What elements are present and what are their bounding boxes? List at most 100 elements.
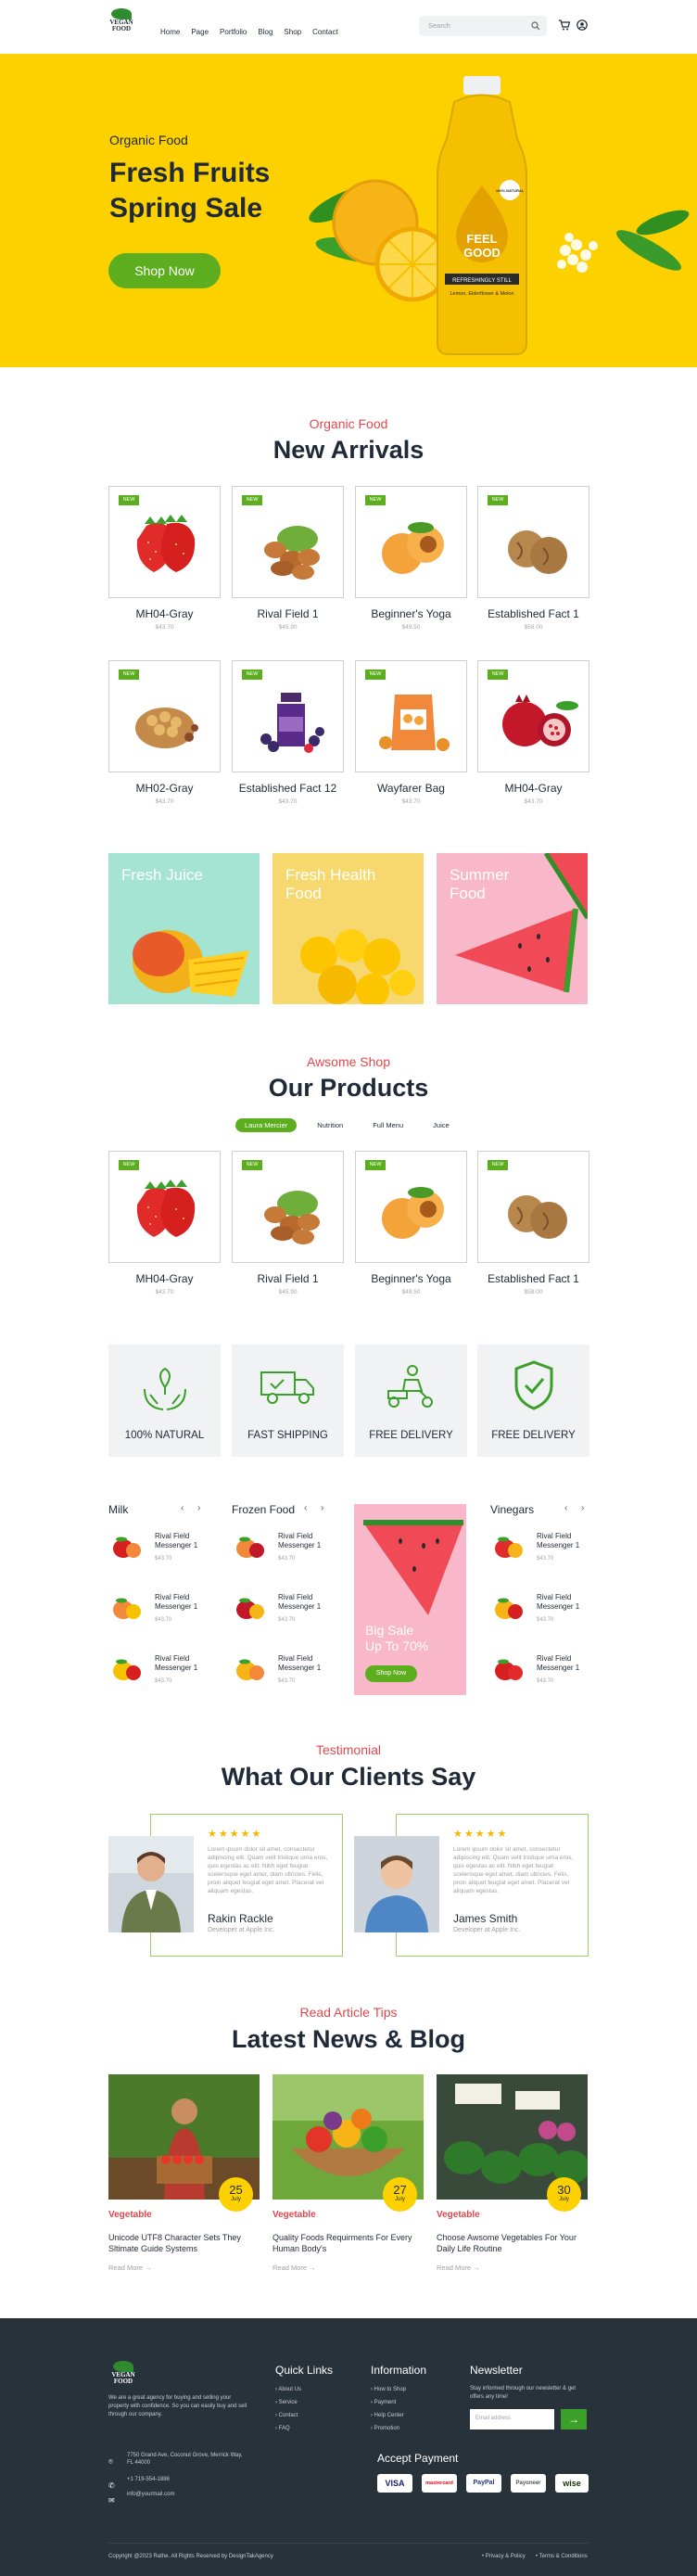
banner-fresh-health[interactable]: Fresh Health Food xyxy=(272,853,424,1004)
blog-post-title[interactable]: Choose Awsome Vegetables For Your Daily … xyxy=(437,2232,585,2254)
product-card[interactable]: NEW xyxy=(355,660,467,772)
product-card[interactable]: NEW xyxy=(108,1151,221,1263)
product-thumb-icon[interactable] xyxy=(108,1595,146,1623)
mini-product-name[interactable]: Rival Field Messenger 1 xyxy=(537,1654,594,1673)
read-more-link[interactable]: Read More → xyxy=(108,2264,152,2272)
footer-about: We are a great agency for buying and sel… xyxy=(108,2395,247,2417)
footer-link[interactable]: › FAQ xyxy=(275,2422,301,2435)
footer-link[interactable]: › Payment xyxy=(371,2396,406,2409)
read-more-link[interactable]: Read More → xyxy=(272,2264,316,2272)
mini-product-name[interactable]: Rival Field Messenger 1 xyxy=(537,1593,594,1612)
newsletter-submit-button[interactable]: → xyxy=(561,2409,587,2429)
product-thumb-icon[interactable] xyxy=(232,1534,269,1562)
tab-full-menu[interactable]: Full Menu xyxy=(363,1118,412,1132)
product-name[interactable]: MH04-Gray xyxy=(108,1272,221,1285)
read-more-link[interactable]: Read More → xyxy=(437,2264,480,2272)
product-name[interactable]: Established Fact 1 xyxy=(477,607,589,620)
nav-page[interactable]: Page xyxy=(191,28,209,36)
product-card[interactable]: NEW xyxy=(232,660,344,772)
footer-logo[interactable]: VEGAN FOOD xyxy=(108,2361,138,2385)
nav-contact[interactable]: Contact xyxy=(312,28,338,36)
product-name[interactable]: MH02-Gray xyxy=(108,782,221,795)
product-card[interactable]: NEW xyxy=(355,1151,467,1263)
chevron-left-icon[interactable]: ‹ xyxy=(181,1503,184,1513)
product-card[interactable]: NEW xyxy=(232,486,344,598)
product-card[interactable]: NEW xyxy=(108,660,221,772)
product-card[interactable]: NEW xyxy=(355,486,467,598)
svg-text:FEEL: FEEL xyxy=(466,232,497,246)
product-name[interactable]: Rival Field 1 xyxy=(232,1272,344,1285)
product-name[interactable]: Wayfarer Bag xyxy=(355,782,467,795)
product-thumb-icon[interactable] xyxy=(490,1595,527,1623)
search-input[interactable]: Search xyxy=(419,16,547,36)
mini-product-name[interactable]: Rival Field Messenger 1 xyxy=(278,1654,336,1673)
banner-fresh-juice[interactable]: Fresh Juice xyxy=(108,853,260,1004)
product-card[interactable]: NEW xyxy=(477,1151,589,1263)
newsletter-email-input[interactable]: Email address xyxy=(470,2409,554,2429)
footer-link[interactable]: › Help Center xyxy=(371,2409,406,2422)
tab-laura-mercier[interactable]: Laura Mercier xyxy=(235,1118,298,1132)
footer-link[interactable]: › How to Shop xyxy=(371,2383,406,2396)
mini-product-price: $43.70 xyxy=(155,1678,172,1684)
logo[interactable]: VEGAN FOOD xyxy=(107,8,136,32)
footer-email-row[interactable]: ✉ info@yourmail.com xyxy=(108,2491,174,2507)
product-thumb-icon[interactable] xyxy=(108,1534,146,1562)
big-sale-banner[interactable]: Big Sale Up To 70% Shop Now xyxy=(354,1504,466,1695)
product-card[interactable]: NEW xyxy=(477,660,589,772)
footer-link[interactable]: › Service xyxy=(275,2396,301,2409)
nav-home[interactable]: Home xyxy=(160,28,180,36)
blog-post-title[interactable]: Quality Foods Requirments For Every Huma… xyxy=(272,2232,421,2254)
product-thumb-icon[interactable] xyxy=(490,1656,527,1684)
product-thumb-icon[interactable] xyxy=(232,1595,269,1623)
chevron-right-icon[interactable]: › xyxy=(197,1503,200,1513)
blog-category[interactable]: Vegetable xyxy=(108,2210,152,2220)
mini-product-name[interactable]: Rival Field Messenger 1 xyxy=(155,1654,212,1673)
product-name[interactable]: Beginner's Yoga xyxy=(355,1272,467,1285)
chevron-right-icon[interactable]: › xyxy=(581,1503,584,1513)
tab-nutrition[interactable]: Nutrition xyxy=(308,1118,352,1132)
blog-post-title[interactable]: Unicode UTF8 Character Sets They Sltimat… xyxy=(108,2232,257,2254)
banner-summer-food[interactable]: Summer Food xyxy=(437,853,588,1004)
product-thumb-icon[interactable] xyxy=(232,1656,269,1684)
privacy-link[interactable]: • Privacy & Policy xyxy=(482,2554,526,2559)
search-icon[interactable] xyxy=(531,21,540,31)
nav-blog[interactable]: Blog xyxy=(258,28,272,36)
product-name[interactable]: Beginner's Yoga xyxy=(355,607,467,620)
shop-now-button[interactable]: Shop Now xyxy=(108,253,221,288)
mini-product-name[interactable]: Rival Field Messenger 1 xyxy=(278,1532,336,1550)
nav-portfolio[interactable]: Portfolio xyxy=(220,28,247,36)
product-name[interactable]: MH04-Gray xyxy=(108,607,221,620)
shield-check-icon xyxy=(514,1360,553,1410)
product-card[interactable]: NEW xyxy=(108,486,221,598)
blog-category[interactable]: Vegetable xyxy=(272,2210,316,2220)
cart-icon[interactable] xyxy=(558,19,570,31)
product-card[interactable]: NEW xyxy=(232,1151,344,1263)
product-name[interactable]: MH04-Gray xyxy=(477,782,589,795)
nav-shop[interactable]: Shop xyxy=(284,28,301,36)
mini-product-name[interactable]: Rival Field Messenger 1 xyxy=(278,1593,336,1612)
testimonial-title: What Our Clients Say xyxy=(221,1763,476,1791)
footer-link[interactable]: › Promotion xyxy=(371,2422,406,2435)
mini-product-name[interactable]: Rival Field Messenger 1 xyxy=(155,1532,212,1550)
product-name[interactable]: Established Fact 12 xyxy=(232,782,344,795)
product-thumb-icon[interactable] xyxy=(490,1534,527,1562)
chevron-left-icon[interactable]: ‹ xyxy=(564,1503,567,1513)
product-card[interactable]: NEW xyxy=(477,486,589,598)
mini-product-name[interactable]: Rival Field Messenger 1 xyxy=(537,1532,594,1550)
user-icon[interactable] xyxy=(577,19,588,31)
footer-link[interactable]: › About Us xyxy=(275,2383,301,2396)
footer-link[interactable]: › Contact xyxy=(275,2409,301,2422)
tab-juice[interactable]: Juice xyxy=(424,1118,459,1132)
blog-category[interactable]: Vegetable xyxy=(437,2210,480,2220)
quick-links-title: Quick Links xyxy=(275,2364,334,2377)
terms-link[interactable]: • Terms & Conditions xyxy=(536,2554,588,2559)
chevron-right-icon[interactable]: › xyxy=(321,1503,323,1513)
walnut-icon xyxy=(508,530,567,574)
product-name[interactable]: Established Fact 1 xyxy=(477,1272,589,1285)
product-thumb-icon[interactable] xyxy=(108,1656,146,1684)
mini-product-name[interactable]: Rival Field Messenger 1 xyxy=(155,1593,212,1612)
natural-hands-icon xyxy=(144,1367,186,1410)
product-name[interactable]: Rival Field 1 xyxy=(232,607,344,620)
chevron-left-icon[interactable]: ‹ xyxy=(304,1503,307,1513)
big-sale-shop-button[interactable]: Shop Now xyxy=(365,1665,417,1682)
